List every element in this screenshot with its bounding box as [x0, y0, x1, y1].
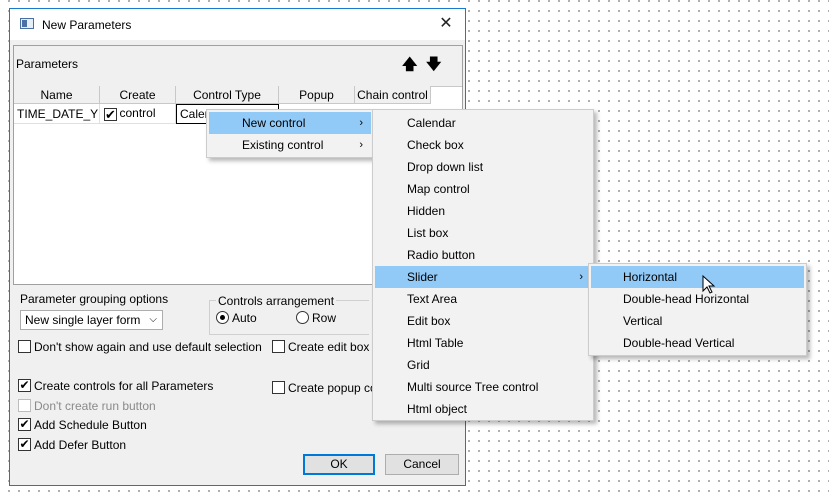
column-header-popup[interactable]: Popup [279, 86, 355, 104]
menu-item-slider[interactable]: Slider › [375, 266, 591, 288]
chevron-down-icon: ⌵ [149, 314, 157, 325]
move-up-icon[interactable]: 🡅 [402, 54, 417, 79]
menu-item-drop-down-list[interactable]: Drop down list [375, 156, 591, 178]
create-controls-all-checkbox[interactable]: ✔ [18, 379, 31, 392]
column-header-create-control[interactable]: Create control [100, 86, 176, 120]
column-header-control-type[interactable]: Control Type [176, 86, 279, 104]
create-control-checkbox[interactable]: ✔ [104, 108, 117, 121]
row-radio[interactable] [296, 311, 309, 324]
add-schedule-checkbox[interactable]: ✔ [18, 418, 31, 431]
row-create-control-cell[interactable]: ✔ [100, 104, 176, 124]
title-bar[interactable]: New Parameters ✕ [10, 9, 465, 40]
add-schedule-label: Add Schedule Button [34, 418, 147, 432]
create-popup-checkbox[interactable] [272, 381, 285, 394]
dont-show-again-label: Don't show again and use default selecti… [34, 340, 262, 354]
grouping-select[interactable]: New single layer form ⌵ [20, 310, 163, 330]
menu-item-map-control[interactable]: Map control [375, 178, 591, 200]
dont-create-run-checkbox [18, 399, 31, 412]
row-name-cell[interactable]: TIME_DATE_YE [14, 104, 100, 124]
dont-show-again-checkbox[interactable] [18, 340, 31, 353]
grouping-select-value: New single layer form [25, 313, 141, 327]
menu-item-double-head-vertical[interactable]: Double-head Vertical [591, 332, 804, 354]
create-popup-label: Create popup con [288, 381, 384, 395]
context-menu: New control › Existing control › [206, 109, 374, 158]
parameters-label: Parameters [16, 57, 79, 71]
menu-item-edit-box[interactable]: Edit box [375, 310, 591, 332]
menu-item-check-box[interactable]: Check box [375, 134, 591, 156]
menu-item-calendar[interactable]: Calendar [375, 112, 591, 134]
dont-create-run-label: Don't create run button [34, 399, 156, 413]
menu-item-radio-button[interactable]: Radio button [375, 244, 591, 266]
create-controls-all-label: Create controls for all Parameters [34, 379, 214, 393]
menu-item-label: Slider [407, 270, 438, 284]
add-defer-label: Add Defer Button [34, 438, 127, 452]
create-edit-box-label: Create edit box co [288, 340, 386, 354]
window-icon [20, 18, 34, 29]
menu-item-multi-source-tree-control[interactable]: Multi source Tree control [375, 376, 591, 398]
menu-item-new-control[interactable]: New control › [209, 112, 371, 134]
grouping-label: Parameter grouping options [20, 292, 169, 306]
menu-item-hidden[interactable]: Hidden [375, 200, 591, 222]
submenu-arrow-icon: › [359, 117, 363, 129]
menu-item-double-head-horizontal[interactable]: Double-head Horizontal [591, 288, 804, 310]
menu-item-html-object[interactable]: Html object [375, 398, 591, 420]
mouse-cursor-icon [702, 275, 716, 294]
dialog-title: New Parameters [42, 18, 132, 32]
menu-item-existing-control[interactable]: Existing control › [209, 134, 371, 156]
submenu-arrow-icon: › [579, 271, 583, 283]
menu-item-html-table[interactable]: Html Table [375, 332, 591, 354]
add-defer-checkbox[interactable]: ✔ [18, 438, 31, 451]
slider-submenu: Horizontal Double-head Horizontal Vertic… [588, 263, 807, 356]
menu-item-text-area[interactable]: Text Area [375, 288, 591, 310]
submenu-arrow-icon: › [359, 139, 363, 151]
column-header-name[interactable]: Name [14, 86, 100, 104]
column-header-chain-control[interactable]: Chain control [355, 86, 431, 104]
menu-item-horizontal[interactable]: Horizontal [591, 266, 804, 288]
arrangement-label: Controls arrangement [216, 294, 337, 308]
menu-item-label: New control [242, 116, 306, 130]
menu-item-vertical[interactable]: Vertical [591, 310, 804, 332]
cancel-button[interactable]: Cancel [385, 454, 459, 475]
menu-item-grid[interactable]: Grid [375, 354, 591, 376]
auto-radio[interactable] [216, 311, 229, 324]
close-icon[interactable]: ✕ [435, 14, 457, 34]
new-control-submenu: Calendar Check box Drop down list Map co… [372, 109, 594, 421]
parameters-header: Parameters 🡅 🡇 [14, 46, 462, 87]
create-edit-box-checkbox[interactable] [272, 340, 285, 353]
menu-item-label: Existing control [242, 138, 324, 152]
menu-item-list-box[interactable]: List box [375, 222, 591, 244]
row-radio-label: Row [312, 311, 337, 325]
ok-button[interactable]: OK [303, 454, 375, 475]
auto-radio-label: Auto [232, 311, 257, 325]
move-down-icon[interactable]: 🡇 [426, 54, 441, 79]
